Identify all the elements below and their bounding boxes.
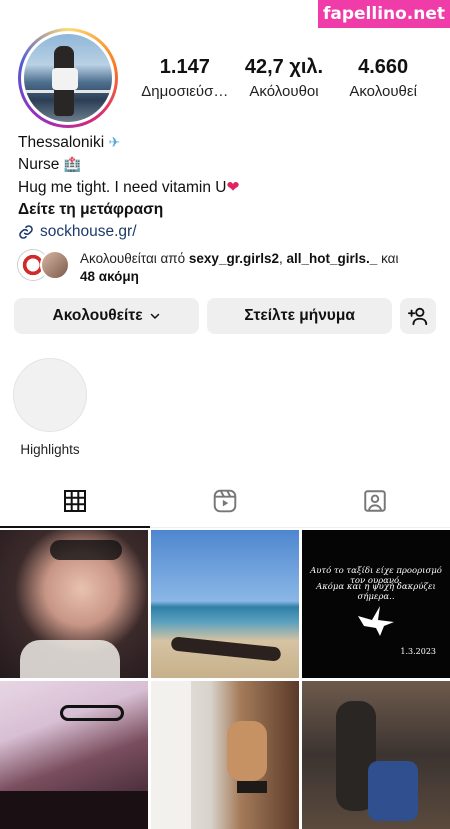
message-button[interactable]: Στείλτε μήνυμα bbox=[207, 298, 393, 334]
followed-by-avatars bbox=[18, 250, 74, 282]
follower-avatar bbox=[40, 250, 70, 280]
stat-posts[interactable]: 1.147 Δημοσιεύσ… bbox=[136, 56, 234, 100]
stat-followers[interactable]: 42,7 χιλ. Ακόλουθοι bbox=[235, 56, 333, 100]
stat-followers-value: 42,7 χιλ. bbox=[244, 56, 324, 78]
airplane-icon: ✈ bbox=[108, 135, 121, 151]
message-button-label: Στείλτε μήνυμα bbox=[244, 307, 355, 324]
chevron-down-icon bbox=[150, 313, 159, 319]
tab-posts[interactable] bbox=[0, 474, 150, 528]
dove-icon bbox=[358, 606, 394, 636]
hospital-icon: 🏥 bbox=[63, 157, 82, 173]
bio-job-text: Nurse bbox=[18, 156, 60, 173]
post-thumbnail[interactable] bbox=[0, 681, 148, 829]
tab-tagged[interactable] bbox=[300, 474, 450, 527]
reels-icon bbox=[213, 489, 237, 512]
see-translation-link[interactable]: Δείτε τη μετάφραση bbox=[18, 199, 432, 221]
bio-quote-text: Hug me tight. I need vitamin U bbox=[18, 179, 227, 196]
followed-by-more: 48 ακόμη bbox=[80, 269, 139, 284]
followed-by-separator: , bbox=[278, 251, 283, 266]
followed-by-prefix: Ακολουθείται από bbox=[80, 251, 186, 266]
watermark: fapellino.net bbox=[318, 0, 450, 28]
bio-line-location: Thessaloniki ✈ bbox=[18, 132, 432, 154]
grid-icon bbox=[64, 489, 86, 512]
stat-posts-label: Δημοσιεύσ… bbox=[141, 83, 229, 100]
profile-avatar[interactable] bbox=[18, 28, 118, 128]
post-thumbnail[interactable] bbox=[0, 530, 148, 678]
stat-posts-value: 1.147 bbox=[159, 56, 210, 78]
bio-link-text: sockhouse.gr/ bbox=[40, 223, 137, 240]
stat-following-label: Ακολουθεί bbox=[349, 83, 417, 100]
bio-line-quote: Hug me tight. I need vitamin U❤ bbox=[18, 176, 432, 199]
post-thumbnail[interactable] bbox=[151, 681, 299, 829]
memorial-text-line2: Ακόμα και η ψυχή δακρύζει σήμερα.. bbox=[316, 582, 436, 602]
bio-link[interactable]: sockhouse.gr/ bbox=[18, 221, 432, 243]
highlight-label: Highlights bbox=[20, 442, 80, 457]
followed-by[interactable]: Ακολουθείται από sexy_gr.girls2, all_hot… bbox=[18, 250, 432, 286]
add-user-button[interactable] bbox=[400, 298, 437, 334]
post-thumbnail[interactable] bbox=[302, 681, 450, 829]
stat-following-value: 4.660 bbox=[358, 56, 409, 78]
profile-bio: Thessaloniki ✈ Nurse 🏥 Hug me tight. I n… bbox=[18, 132, 432, 243]
heart-icon: ❤ bbox=[226, 178, 240, 196]
tagged-icon bbox=[364, 489, 386, 512]
bio-line-job: Nurse 🏥 bbox=[18, 154, 432, 176]
add-user-icon bbox=[408, 307, 428, 326]
followed-by-user: sexy_gr.girls2 bbox=[188, 251, 279, 266]
highlight-item[interactable]: Highlights bbox=[12, 358, 88, 457]
post-thumbnail[interactable] bbox=[151, 530, 299, 678]
stat-followers-label: Ακόλουθοι bbox=[249, 83, 319, 100]
followed-by-text: Ακολουθείται από sexy_gr.girls2, all_hot… bbox=[80, 250, 432, 286]
following-button[interactable]: Ακολουθείτε bbox=[14, 298, 200, 334]
highlight-cover bbox=[13, 358, 87, 432]
profile-header: 1.147 Δημοσιεύσ… 42,7 χιλ. Ακόλουθοι 4.6… bbox=[18, 28, 432, 128]
followed-by-user: all_hot_girls._ bbox=[286, 251, 378, 266]
link-icon bbox=[19, 225, 33, 239]
following-button-label: Ακολουθείτε bbox=[52, 307, 143, 324]
followed-by-and: και bbox=[381, 251, 399, 266]
bio-location-text: Thessaloniki bbox=[18, 134, 105, 151]
profile-stats: 1.147 Δημοσιεύσ… 42,7 χιλ. Ακόλουθοι 4.6… bbox=[136, 56, 432, 100]
posts-grid: Αυτό το ταξίδι είχε προορισμό τον ουρανό… bbox=[0, 530, 450, 829]
tab-reels[interactable] bbox=[150, 474, 300, 527]
post-thumbnail[interactable]: Αυτό το ταξίδι είχε προορισμό τον ουρανό… bbox=[302, 530, 450, 678]
memorial-date: 1.3.2023 bbox=[400, 647, 436, 656]
avatar-photo bbox=[24, 34, 112, 122]
profile-tabs bbox=[0, 474, 450, 528]
stat-following[interactable]: 4.660 Ακολουθεί bbox=[334, 56, 432, 100]
profile-actions: Ακολουθείτε Στείλτε μήνυμα bbox=[14, 298, 437, 334]
